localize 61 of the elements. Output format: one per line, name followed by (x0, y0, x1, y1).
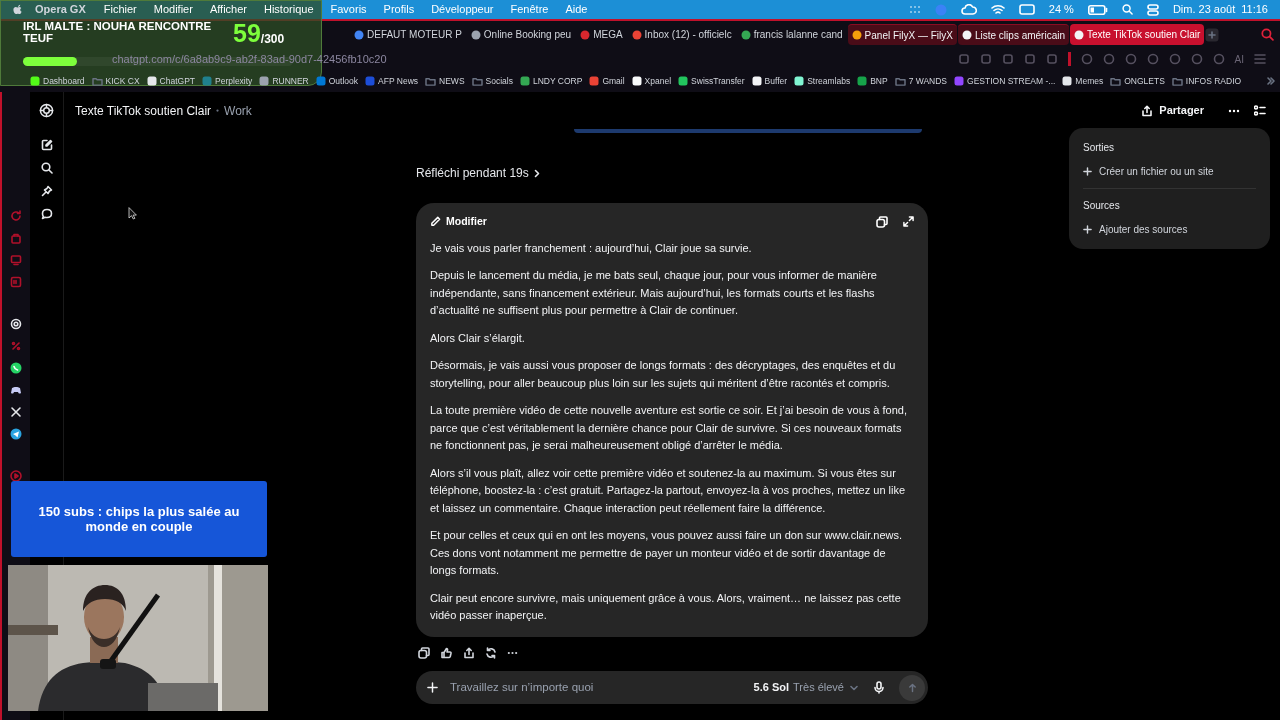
menu-app-name[interactable]: Opera GX (35, 1, 86, 18)
menu-item[interactable]: Favoris (330, 1, 367, 18)
bookmark-item[interactable]: Socials (471, 74, 513, 88)
bookmark-item[interactable]: AFP News (365, 74, 419, 88)
menu-item[interactable]: Modifier (153, 1, 193, 18)
canvas-paragraph: La toute première vidéo de cette nouvelle aventure est sortie ce soir. Et j’ai besoin de vous à fond, parce que c’est véritablement la dernière chance pour Clair de survivre. Si ces nouveaux formats ne fonctionnent pas, je serai malheureusement obligé d’arrêter le média. (430, 403, 908, 454)
section-heading: Sources (1083, 199, 1121, 213)
message-field[interactable]: Travaillez sur n’importe quoi 5.6 Sol Très élevé (416, 671, 928, 704)
canvas-paragraph: Depuis le lancement du média, je me bats seul, chaque jour, pour vous informer de manière indépendante, sans financement extérieur. Mais aujourd’hui, les formats courts et les flashs d’actualité ne suffisent plus pour permettre à Clair de continuer. (430, 268, 878, 319)
browser-tab[interactable]: francis lalanne cand (736, 24, 847, 45)
bookmark-item[interactable]: 7 WANDS (894, 74, 948, 88)
canvas-paragraph: Et pour celles et ceux qui en ont les moyens, vous pouvez aussi faire un don sur www.clair.news. Ces dons vont notamment me permettre de payer un monteur vidéo et de sortir davantage de longs formats. (430, 528, 904, 579)
bookmark-item[interactable]: LNDY CORP (519, 74, 583, 88)
battery-percentage: 24 % (1048, 2, 1074, 18)
canvas-paragraph: Alors s’il vous plaît, allez voir cette première vidéo et soutenez-la au maximum. Si vous êtes sur téléphone, boostez-la : c’est gratuit. Partagez-la partout, envoyez-la à vos proches, mettez un like et laissez un commentaire. Chaque interaction peut réellement faire la différence. (430, 465, 907, 516)
bookmark-item[interactable]: SwissTransfer (678, 74, 745, 88)
bookmark-item[interactable]: Buffer (751, 74, 788, 88)
menu-item[interactable]: Afficher (209, 1, 247, 18)
browser-tab[interactable]: DEFAUT MOTEUR P (350, 24, 466, 45)
bookmark-item[interactable]: INFOS RADIO (1171, 74, 1242, 88)
add-item-button[interactable]: Créer un fichier ou un site (1083, 164, 1256, 179)
bookmark-item[interactable]: Xpanel (631, 74, 672, 88)
canvas-paragraph: Alors Clair s’élargit. (430, 330, 526, 346)
menu-item[interactable]: Profils (383, 1, 415, 18)
browser-tab[interactable]: MEGA (576, 24, 627, 45)
goal-target: /300 (260, 32, 285, 48)
project-name[interactable]: Work (224, 101, 252, 120)
bookmark-item[interactable]: GESTION STREAM -... (954, 74, 1056, 88)
subscriber-goal-banner: 150 subs : chips la plus salée au monde en couple (11, 481, 267, 557)
thinking-toggle[interactable]: Réfléchi pendant 19s (416, 164, 541, 182)
conversation-title[interactable]: Texte TikTok soutien Clair (75, 101, 212, 120)
bookmark-item[interactable]: Streamlabs (794, 74, 851, 88)
browser-tab[interactable]: Inbox (12) - officielc (627, 24, 736, 45)
canvas-paragraph: Clair peut encore survivre, mais uniquement grâce à vous. Alors, vraiment… ne laissez pas cette vidéo passer inaperçue. (430, 590, 902, 624)
menu-item[interactable]: Aide (565, 1, 588, 18)
share-button[interactable]: Partager (1141, 102, 1204, 119)
edit-button[interactable]: Modifier (430, 214, 487, 230)
menu-bar-time[interactable]: 11:16 (1241, 1, 1268, 18)
ai-button[interactable]: AI (1234, 51, 1244, 67)
browser-tab[interactable]: Liste clips américain (957, 24, 1069, 45)
bookmark-item[interactable]: Gmail (589, 74, 625, 88)
bookmark-item[interactable]: BNP (857, 74, 888, 88)
bookmark-item[interactable]: KICK CX (91, 74, 140, 88)
bookmark-item[interactable]: ONGLETS (1110, 74, 1165, 88)
menu-item[interactable]: Fenêtre (510, 1, 549, 18)
goal-count: 59 (233, 21, 261, 45)
menu-item[interactable]: Historique (264, 1, 314, 18)
menu-bar-date[interactable]: Dim. 23 août (1172, 1, 1236, 18)
canvas-paragraph: Je vais vous parler franchement : aujourd’hui, Clair joue sa survie. (430, 240, 753, 256)
goal-title: IRL MALTE : NOUHA RENCONTRE TEUF (23, 21, 213, 44)
browser-tab[interactable]: Panel FilyX — FilyX (847, 24, 957, 45)
model-selector[interactable]: 5.6 Sol Très élevé (753, 679, 858, 696)
browser-tab[interactable]: Texte TikTok soutien Clair (1070, 24, 1205, 45)
section-heading: Sorties (1083, 141, 1116, 155)
menu-item[interactable]: Développeur (431, 1, 494, 18)
canvas-paragraph: Désormais, je vais aussi vous proposer de longs formats : des décryptages, des enquêtes et du storytelling, pour aller beaucoup plus loin sur les sujets qui méritent d’être racontés et compris. (430, 358, 897, 391)
menu-item[interactable]: Fichier (103, 1, 137, 18)
add-item-button[interactable]: Ajouter des sources (1083, 222, 1256, 237)
bookmark-item[interactable]: Memes (1062, 74, 1104, 88)
browser-tab[interactable]: Online Booking peu (466, 24, 576, 45)
bookmark-item[interactable]: NEWS (425, 74, 465, 88)
